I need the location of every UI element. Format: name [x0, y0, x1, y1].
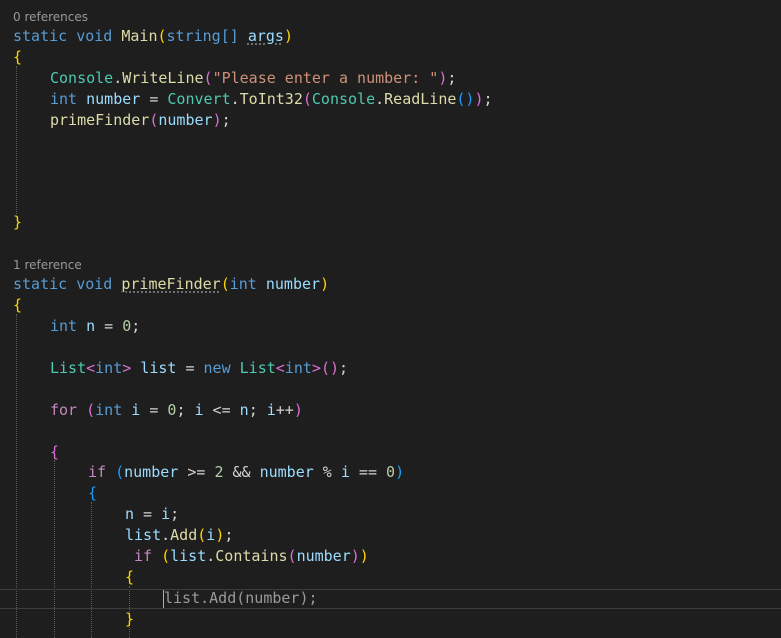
code-line: } — [125, 610, 135, 628]
inline-suggestion: list.Add(number); — [164, 589, 318, 607]
code-line: { — [125, 568, 135, 586]
code-line: if (list.Contains(number)) — [134, 547, 369, 565]
code-line: for (int i = 0; i <= n; i++) — [50, 401, 303, 419]
code-editor[interactable]: 0 references static void Main(string[] a… — [0, 0, 781, 638]
code-lens-references[interactable]: 0 references — [13, 9, 88, 25]
code-line: Console.WriteLine("Please enter a number… — [50, 69, 457, 87]
code-line: static void primeFinder(int number) — [13, 275, 330, 293]
code-line: } — [13, 213, 23, 231]
text-cursor — [163, 590, 164, 608]
code-line: list.Add(i); — [125, 526, 234, 544]
code-line: static void Main(string[] args) — [13, 27, 293, 45]
code-line: { — [88, 484, 98, 502]
code-line: { — [13, 48, 23, 66]
code-line: n = i; — [125, 505, 180, 523]
code-line: List<int> list = new List<int>(); — [50, 359, 349, 377]
code-line: { — [13, 296, 23, 314]
code-line-active[interactable]: list.Add(number); — [0, 588, 781, 609]
code-line: { — [50, 443, 60, 461]
code-line: primeFinder(number); — [50, 111, 231, 129]
code-lens-references[interactable]: 1 reference — [13, 257, 82, 273]
code-line: int number = Convert.ToInt32(Console.Rea… — [50, 90, 493, 108]
code-line: int n = 0; — [50, 317, 141, 335]
code-line: if (number >= 2 && number % i == 0) — [88, 463, 405, 481]
